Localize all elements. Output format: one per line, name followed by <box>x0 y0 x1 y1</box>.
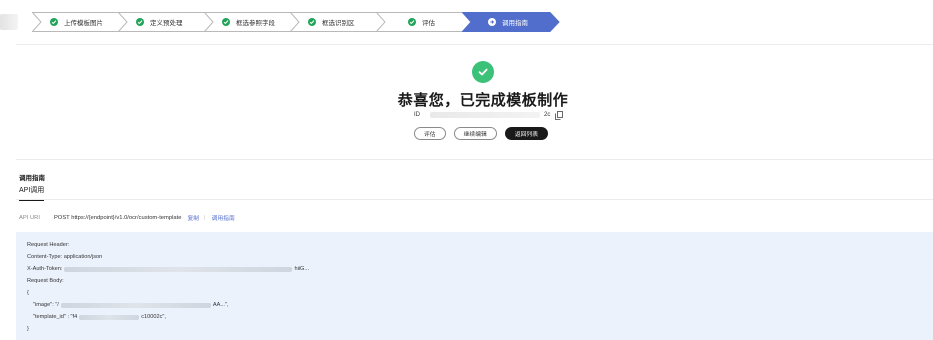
step-label: 调用指南 <box>502 20 528 27</box>
code-line: { <box>27 290 29 296</box>
step-upload-image[interactable]: 上传模板图片 <box>32 12 130 32</box>
copy-link[interactable]: 复制 <box>187 213 199 222</box>
code-line: X-Auth-Token: hiiG... <box>27 265 309 273</box>
image-suffix: AA...", <box>212 302 229 308</box>
success-title: 恭喜您，已完成模板制作 <box>397 92 569 109</box>
back-to-list-button[interactable]: 返回列表 <box>504 127 549 140</box>
code-line: Request Header: <box>27 242 70 248</box>
check-icon <box>136 18 144 26</box>
template-id-row: ID 2c <box>414 110 564 120</box>
progress-stepper: 上传模板图片 定义预处理 框选参照字段 框选识别区 评估 调用指南 <box>16 12 576 32</box>
code-line: Content-Type: application/json <box>27 254 103 260</box>
evaluate-button[interactable]: 评估 <box>414 127 446 140</box>
step-define-preprocess[interactable]: 定义预处理 <box>118 12 216 32</box>
template-id-suffix: c10002c", <box>141 314 166 320</box>
step-evaluate[interactable]: 评估 <box>376 12 474 32</box>
id-value-redacted <box>430 112 540 118</box>
check-icon <box>408 18 416 26</box>
tabs-divider <box>16 199 933 200</box>
section-divider <box>16 159 933 160</box>
check-icon <box>222 18 230 26</box>
redacted-token <box>64 266 293 272</box>
step-call-guide[interactable]: 调用指南 <box>462 12 560 32</box>
copy-icon[interactable] <box>555 110 564 120</box>
api-uri-row: API URI POST https://{endpoint}/v1.0/ocr… <box>19 213 235 223</box>
step-label: 定义预处理 <box>150 20 183 27</box>
auth-token-suffix: hiiG... <box>294 266 310 272</box>
code-line: "image": "/ AA...", <box>33 301 229 309</box>
stepper-divider <box>16 44 933 45</box>
step-label: 框选参照字段 <box>236 20 275 27</box>
api-uri-value: POST https://{endpoint}/v1.0/ocr/custom-… <box>53 214 182 221</box>
continue-edit-button[interactable]: 继续编辑 <box>453 127 497 140</box>
request-code-block: Request Header: Content-Type: applicatio… <box>16 232 933 340</box>
id-value-suffix: 2c <box>544 112 551 118</box>
success-actions: 评估 继续编辑 返回列表 <box>414 127 549 140</box>
code-line: Request Body: <box>27 278 64 284</box>
image-key: "image": "/ <box>33 302 59 308</box>
link-separator: | <box>204 214 206 221</box>
step-label: 框选识别区 <box>322 20 355 27</box>
step-label: 评估 <box>422 20 435 27</box>
arrow-right-circle-icon <box>488 18 496 26</box>
code-line: } <box>27 326 29 332</box>
redacted-template-id <box>79 314 140 320</box>
success-check-icon <box>472 61 494 83</box>
check-icon <box>308 18 316 26</box>
api-uri-label: API URI <box>19 214 40 221</box>
check-icon <box>50 18 58 26</box>
code-line: "template_id" : "f4 c10002c", <box>33 313 166 321</box>
step-select-recognition-area[interactable]: 框选识别区 <box>290 12 388 32</box>
step-label: 上传模板图片 <box>64 20 103 27</box>
step-select-reference-fields[interactable]: 框选参照字段 <box>204 12 302 32</box>
redacted-image <box>60 302 211 308</box>
guide-title: 调用指南 <box>19 175 45 182</box>
id-label: ID <box>414 112 420 118</box>
call-guide-link[interactable]: 调用指南 <box>212 213 235 222</box>
auth-token-label: X-Auth-Token: <box>27 266 63 272</box>
template-id-key: "template_id" : "f4 <box>33 314 78 320</box>
